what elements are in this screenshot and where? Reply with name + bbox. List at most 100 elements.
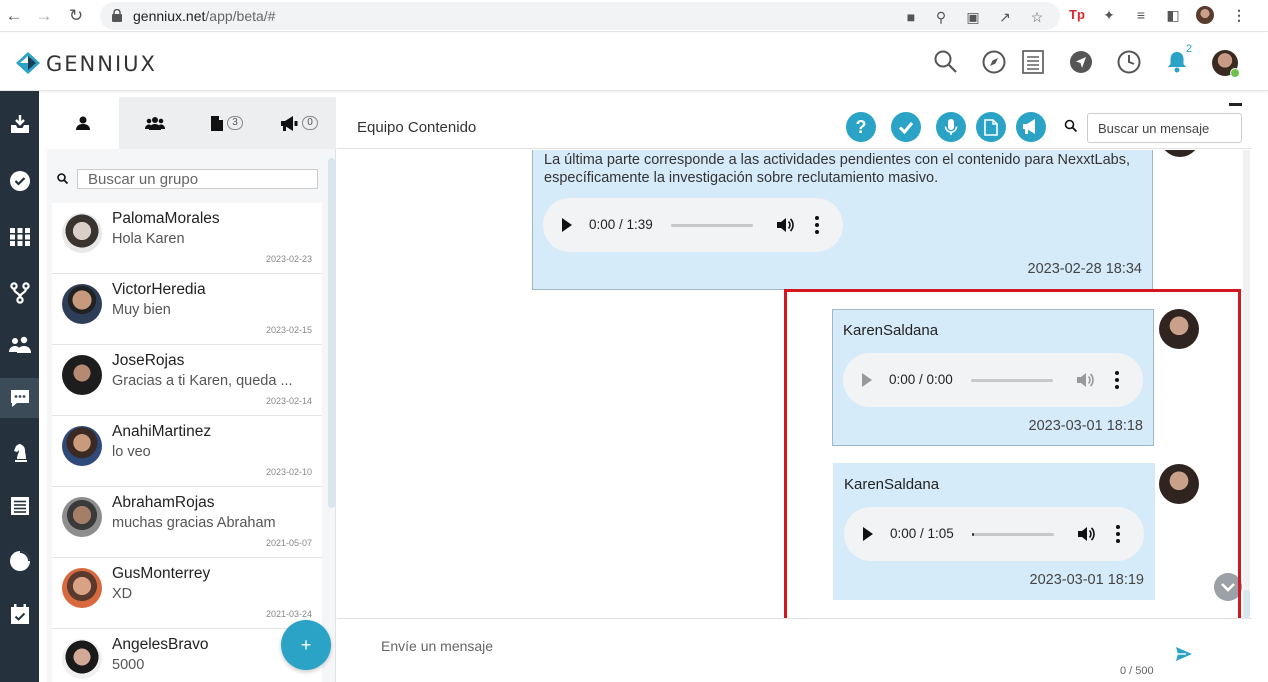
minimize-icon[interactable] bbox=[1229, 103, 1242, 106]
contact-item[interactable]: AnahiMartinez lo veo 2023-02-10 bbox=[52, 416, 322, 487]
sidebar-item-teams[interactable] bbox=[0, 325, 39, 365]
document-icon bbox=[984, 118, 998, 136]
contact-last-message: lo veo bbox=[112, 444, 151, 460]
help-button[interactable]: ? bbox=[846, 112, 876, 142]
contact-item[interactable]: PalomaMorales Hola Karen 2023-02-23 bbox=[52, 203, 322, 274]
send-icon[interactable] bbox=[1175, 645, 1193, 663]
sidebar-item-analytics[interactable] bbox=[0, 541, 39, 581]
sidebar-item-flows[interactable] bbox=[0, 273, 39, 313]
contact-item[interactable]: GusMonterrey XD 2021-03-24 bbox=[52, 558, 322, 629]
main-sidebar bbox=[0, 91, 39, 682]
sidebar-item-tasks[interactable] bbox=[0, 161, 39, 201]
contact-last-message: 5000 bbox=[112, 657, 145, 673]
play-icon[interactable] bbox=[562, 218, 572, 232]
clock-icon[interactable] bbox=[1116, 49, 1142, 75]
contact-last-message: Hola Karen bbox=[112, 231, 185, 247]
help-icon: ? bbox=[855, 116, 867, 137]
contacts-scrollbar[interactable] bbox=[328, 158, 335, 508]
sidebar-item-reports[interactable] bbox=[0, 486, 39, 526]
chat-scroll-thumb[interactable] bbox=[1243, 590, 1250, 618]
announcements-count-badge: 0 bbox=[302, 116, 318, 130]
forward-icon[interactable]: → bbox=[34, 6, 54, 26]
translate-icon[interactable]: ▣ bbox=[964, 8, 982, 26]
contact-item[interactable]: AbrahamRojas muchas gracias Abraham 2021… bbox=[52, 487, 322, 558]
contacts-panel: 3 0 PalomaMorales Hola Karen 2023-02-23 … bbox=[47, 97, 336, 682]
file-icon bbox=[211, 115, 224, 131]
add-group-button[interactable]: + bbox=[281, 620, 331, 670]
group-search-input[interactable] bbox=[77, 169, 318, 189]
tasks-button[interactable] bbox=[891, 112, 921, 142]
chat-scrollbar[interactable] bbox=[1243, 150, 1250, 618]
compass-icon[interactable] bbox=[981, 49, 1007, 75]
search-icon bbox=[1064, 119, 1078, 133]
genniux-logo[interactable]: GENNIUX bbox=[16, 50, 186, 76]
contact-date: 2021-05-07 bbox=[265, 538, 312, 548]
reload-icon[interactable]: ↻ bbox=[66, 6, 86, 26]
star-icon[interactable]: ☆ bbox=[1028, 8, 1046, 26]
contact-list: PalomaMorales Hola Karen 2023-02-23 Vict… bbox=[52, 203, 322, 682]
key-icon[interactable]: ⚲ bbox=[932, 8, 950, 26]
pie-chart-icon bbox=[9, 551, 30, 571]
address-bar[interactable]: genniux.net/app/beta/# ■ ⚲ ▣ ↗ ☆ bbox=[100, 2, 1060, 30]
share-icon[interactable]: ↗ bbox=[996, 8, 1014, 26]
message-composer: 0 / 500 bbox=[337, 618, 1252, 682]
search-icon[interactable] bbox=[933, 49, 959, 75]
url-text: genniux.net/app/beta/# bbox=[133, 8, 275, 24]
navigation-icon[interactable] bbox=[1068, 49, 1094, 75]
group-search bbox=[55, 169, 320, 191]
announcement-button[interactable] bbox=[1016, 112, 1046, 142]
contact-item[interactable]: VictorHeredia Muy bien 2023-02-15 bbox=[52, 274, 322, 345]
contact-date: 2021-03-24 bbox=[265, 609, 312, 619]
contact-date: 2023-02-23 bbox=[265, 254, 312, 264]
voice-note-button[interactable] bbox=[936, 112, 966, 142]
tab-files[interactable]: 3 bbox=[191, 97, 263, 149]
team-icon bbox=[8, 336, 31, 353]
document-list-icon[interactable] bbox=[1020, 49, 1046, 75]
profile-avatar-icon[interactable] bbox=[1196, 6, 1214, 24]
sidepanel-icon[interactable]: ◧ bbox=[1164, 6, 1182, 24]
character-counter: 0 / 500 bbox=[1120, 665, 1154, 677]
contact-name: AbrahamRojas bbox=[112, 494, 215, 511]
contacts-tabs: 3 0 bbox=[47, 97, 336, 149]
camera-icon[interactable]: ■ bbox=[902, 8, 920, 26]
audio-time: 0:00 / 1:39 bbox=[589, 217, 653, 232]
avatar bbox=[62, 426, 102, 466]
sidebar-item-chat[interactable] bbox=[0, 378, 39, 418]
message-input[interactable] bbox=[381, 635, 1141, 657]
check-icon bbox=[898, 122, 914, 135]
files-count-badge: 3 bbox=[227, 116, 243, 130]
extension-tp-icon[interactable]: Tp bbox=[1068, 6, 1086, 24]
contact-name: JoseRojas bbox=[112, 352, 185, 369]
lock-icon bbox=[112, 9, 122, 22]
inbox-icon bbox=[10, 115, 29, 133]
back-icon[interactable]: ← bbox=[4, 6, 24, 26]
contact-date: 2023-02-14 bbox=[265, 396, 312, 406]
logo-mark-icon bbox=[16, 52, 40, 74]
attach-file-button[interactable] bbox=[976, 112, 1006, 142]
contact-name: AnahiMartinez bbox=[112, 423, 212, 440]
kebab-menu-icon[interactable]: ⋮ bbox=[1230, 6, 1248, 24]
audio-seek-bar[interactable] bbox=[671, 224, 753, 227]
user-icon bbox=[76, 116, 90, 130]
sidebar-item-strategy[interactable] bbox=[0, 433, 39, 473]
contact-name: AngelesBravo bbox=[112, 636, 209, 653]
tab-announcements[interactable]: 0 bbox=[263, 97, 335, 149]
media-queue-icon[interactable]: ≡ bbox=[1132, 6, 1150, 24]
contact-last-message: muchas gracias Abraham bbox=[112, 515, 276, 531]
contact-item[interactable]: JoseRojas Gracias a ti Karen, queda ... … bbox=[52, 345, 322, 416]
volume-icon[interactable] bbox=[776, 216, 794, 234]
audio-player[interactable]: 0:00 / 1:39 bbox=[543, 198, 843, 252]
browser-toolbar: ← → ↻ genniux.net/app/beta/# ■ ⚲ ▣ ↗ ☆ T… bbox=[0, 0, 1268, 32]
tab-groups[interactable] bbox=[119, 97, 191, 149]
contact-date: 2023-02-15 bbox=[265, 325, 312, 335]
sidebar-item-apps[interactable] bbox=[0, 217, 39, 257]
message-search-input[interactable] bbox=[1087, 113, 1242, 143]
sidebar-item-inbox[interactable] bbox=[0, 104, 39, 144]
more-options-icon[interactable] bbox=[815, 215, 819, 235]
tab-individual[interactable] bbox=[47, 97, 119, 149]
contact-last-message: Gracias a ti Karen, queda ... bbox=[112, 373, 293, 389]
sidebar-item-calendar[interactable] bbox=[0, 594, 39, 634]
list-icon bbox=[10, 497, 29, 515]
fork-icon bbox=[9, 282, 30, 304]
puzzle-icon[interactable]: ✦ bbox=[1100, 6, 1118, 24]
